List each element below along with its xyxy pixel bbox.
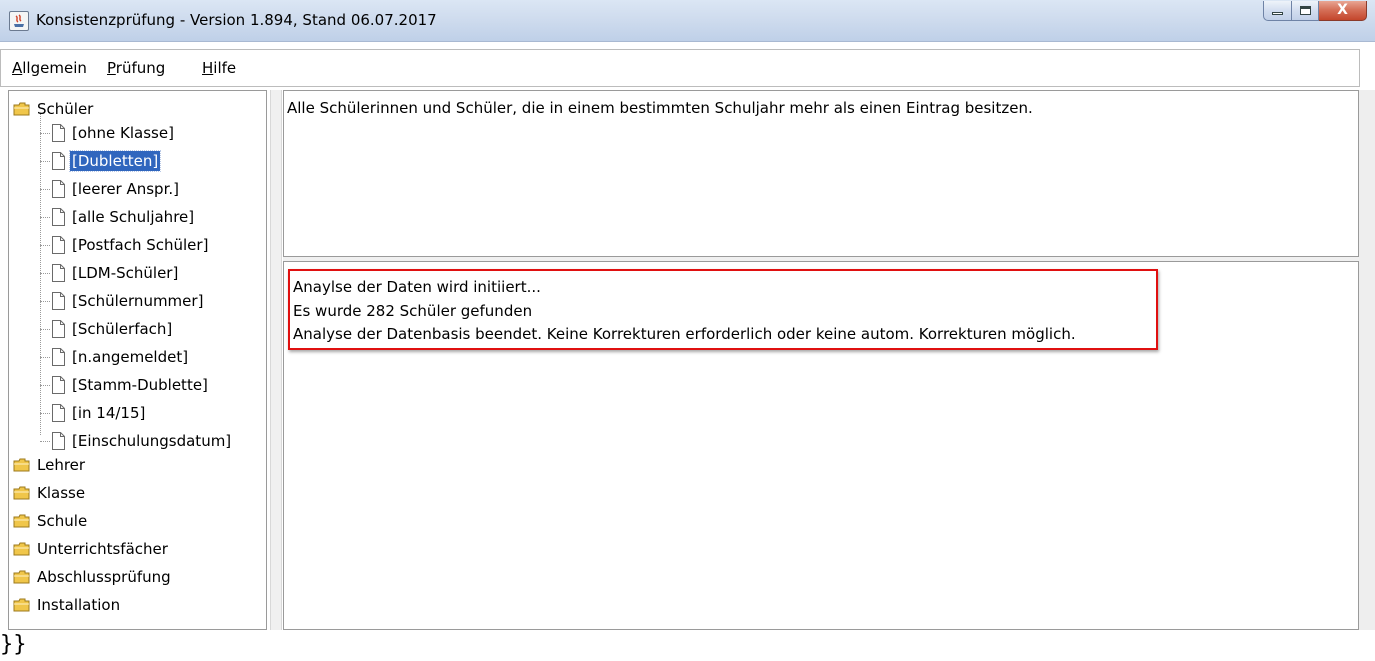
tree-connector xyxy=(40,217,50,218)
document-icon xyxy=(52,404,65,422)
title-bar[interactable]: Konsistenzprüfung - Version 1.894, Stand… xyxy=(0,0,1375,42)
window-title: Konsistenzprüfung - Version 1.894, Stand… xyxy=(36,11,437,29)
tree-node-label: Unterrichtsfächer xyxy=(37,540,168,558)
minimize-button[interactable] xyxy=(1263,1,1291,21)
folder-icon xyxy=(13,458,30,472)
close-button[interactable]: X xyxy=(1319,1,1367,21)
close-icon: X xyxy=(1337,2,1348,18)
tree-leaf-selected[interactable]: [Dubletten] xyxy=(52,147,162,175)
tree-leaf-label: [LDM-Schüler] xyxy=(72,264,179,282)
check-description: Alle Schülerinnen und Schüler, die in ei… xyxy=(287,99,1033,117)
tree-leaf[interactable]: [Stamm-Dublette] xyxy=(52,371,210,399)
tree-leaf-label: [Schülernummer] xyxy=(72,292,204,310)
tree-connector xyxy=(40,441,50,442)
log-panel[interactable]: Anaylse der Daten wird initiiert... Es w… xyxy=(283,261,1359,630)
folder-icon xyxy=(13,486,30,500)
tree-leaf[interactable]: [alle Schuljahre] xyxy=(52,203,196,231)
log-line: Es wurde 282 Schüler gefunden xyxy=(293,302,533,320)
document-icon xyxy=(52,180,65,198)
tree-leaf-label: [Stamm-Dublette] xyxy=(72,376,208,394)
tree-node-label: Schüler xyxy=(37,100,94,118)
tree-leaf-label: [in 14/15] xyxy=(72,404,146,422)
tree-connector xyxy=(40,161,50,162)
tree-node-schule[interactable]: Schule xyxy=(13,507,89,535)
tree-leaf[interactable]: [in 14/15] xyxy=(52,399,147,427)
tree-leaf[interactable]: [Schülernummer] xyxy=(52,287,205,315)
folder-icon xyxy=(13,598,30,612)
tree-node-unterrichtsfaecher[interactable]: Unterrichtsfächer xyxy=(13,535,170,563)
menu-mnemonic: H xyxy=(202,59,214,77)
tree-connector xyxy=(40,189,50,190)
document-icon xyxy=(52,292,65,310)
tree-leaf[interactable]: [Schülerfach] xyxy=(52,315,174,343)
tree-node-label: Schule xyxy=(37,512,88,530)
folder-open-icon xyxy=(13,102,30,116)
tree-leaf[interactable]: [LDM-Schüler] xyxy=(52,259,180,287)
tree-node-abschlusspruefung[interactable]: Abschlussprüfung xyxy=(13,563,173,591)
tree-connector xyxy=(40,357,50,358)
document-icon xyxy=(52,376,65,394)
tree-connector xyxy=(40,413,50,414)
maximize-icon xyxy=(1300,6,1311,15)
tree-connector xyxy=(40,245,50,246)
tree-leaf-label: [n.angemeldet] xyxy=(72,348,189,366)
menu-allgemein[interactable]: Allgemein xyxy=(12,59,87,77)
java-app-icon[interactable] xyxy=(9,11,29,31)
window-right-edge xyxy=(1359,90,1375,630)
document-icon xyxy=(52,348,65,366)
log-line: Anaylse der Daten wird initiiert... xyxy=(293,278,541,296)
document-icon xyxy=(52,236,65,254)
tree-leaf-label: [Dubletten] xyxy=(68,150,162,172)
tree-leaf-label: [ohne Klasse] xyxy=(72,124,174,142)
document-icon xyxy=(52,320,65,338)
tree-leaf-label: [Postfach Schüler] xyxy=(72,236,209,254)
document-icon xyxy=(52,124,65,142)
tree-leaf[interactable]: [Postfach Schüler] xyxy=(52,231,210,259)
menu-label: llgemein xyxy=(22,59,87,77)
log-line: Analyse der Datenbasis beendet. Keine Ko… xyxy=(293,325,1076,343)
folder-icon xyxy=(13,542,30,556)
description-panel: Alle Schülerinnen und Schüler, die in ei… xyxy=(283,90,1359,257)
tree-node-label: Installation xyxy=(37,596,121,614)
menu-mnemonic: A xyxy=(12,59,23,77)
minimize-icon xyxy=(1272,12,1283,15)
tree-leaf[interactable]: [ohne Klasse] xyxy=(52,119,176,147)
trailing-text: }} xyxy=(0,632,27,657)
tree-node-installation[interactable]: Installation xyxy=(13,591,122,619)
tree-connector xyxy=(40,329,50,330)
tree-connector xyxy=(40,385,50,386)
tree-leaf-label: [Einschulungsdatum] xyxy=(72,432,232,450)
document-icon xyxy=(52,432,65,450)
tree-leaf-label: [leerer Anspr.] xyxy=(72,180,179,198)
tree-node-klasse[interactable]: Klasse xyxy=(13,479,87,507)
window-controls: X xyxy=(1263,1,1367,21)
tree-leaf-label: [Schülerfach] xyxy=(72,320,173,338)
tree-connector xyxy=(40,133,50,134)
document-icon xyxy=(52,264,65,282)
document-icon xyxy=(52,208,65,226)
tree-node-label: Abschlussprüfung xyxy=(37,568,171,586)
tree-node-label: Lehrer xyxy=(37,456,86,474)
folder-icon xyxy=(13,514,30,528)
tree-node-lehrer[interactable]: Lehrer xyxy=(13,451,87,479)
tree-leaf-label: [alle Schuljahre] xyxy=(72,208,195,226)
split-divider-vertical[interactable] xyxy=(270,90,282,630)
menu-bar: Allgemein Prüfung Hilfe xyxy=(0,49,1360,87)
maximize-button[interactable] xyxy=(1291,1,1319,21)
navigation-tree[interactable]: Schüler [ohne Klasse] [Dubletten] [leere… xyxy=(8,90,267,630)
menu-label: ilfe xyxy=(213,59,237,77)
folder-icon xyxy=(13,570,30,584)
tree-connector xyxy=(40,301,50,302)
menu-label: rüfung xyxy=(115,59,166,77)
menu-pruefung[interactable]: Prüfung xyxy=(107,59,165,77)
highlight-box: Anaylse der Daten wird initiiert... Es w… xyxy=(288,269,1158,350)
tree-node-label: Klasse xyxy=(37,484,86,502)
tree-connector xyxy=(40,273,50,274)
tree-leaf[interactable]: [n.angemeldet] xyxy=(52,343,190,371)
menu-mnemonic: P xyxy=(107,59,116,77)
document-icon xyxy=(52,152,65,170)
menu-hilfe[interactable]: Hilfe xyxy=(202,59,236,77)
tree-leaf[interactable]: [leerer Anspr.] xyxy=(52,175,181,203)
